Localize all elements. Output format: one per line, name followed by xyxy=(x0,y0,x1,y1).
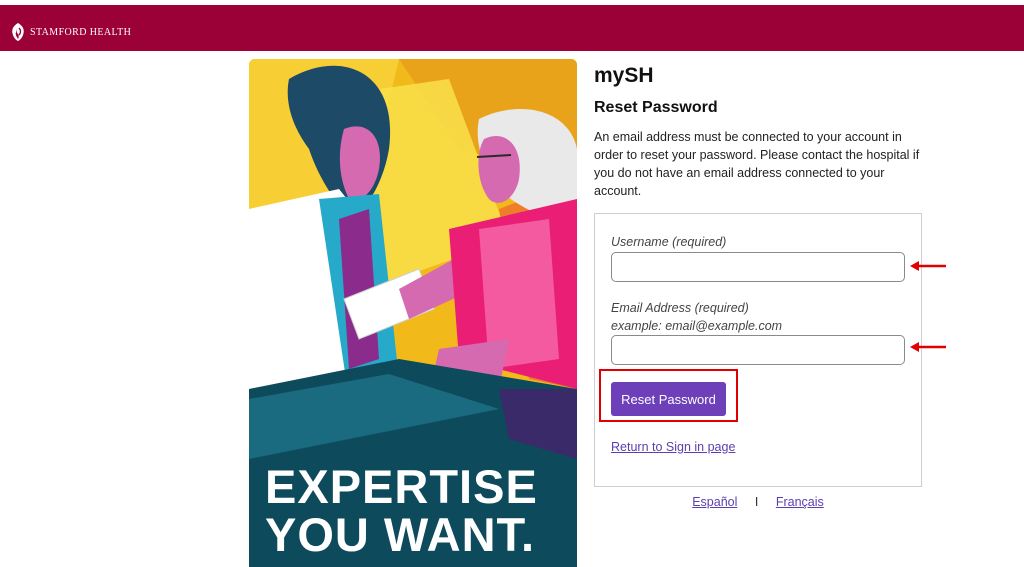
reset-password-button[interactable]: Reset Password xyxy=(611,382,726,416)
hero-illustration: EXPERTISE YOU WANT. xyxy=(249,59,577,567)
email-arrow-annotation xyxy=(910,342,946,352)
page-heading: Reset Password xyxy=(594,99,718,116)
top-banner: Stamford Health xyxy=(0,5,1024,51)
info-text: An email address must be connected to yo… xyxy=(594,130,920,198)
language-link-francais[interactable]: Français xyxy=(776,495,824,509)
language-link-espanol[interactable]: Español xyxy=(692,495,737,509)
username-input[interactable] xyxy=(611,252,905,282)
hero-tagline: EXPERTISE YOU WANT. xyxy=(265,463,577,559)
language-selector: Español I Français xyxy=(594,495,922,509)
hero-tagline-line2: YOU WANT. xyxy=(265,508,536,561)
brand-name: Stamford Health xyxy=(30,26,132,38)
return-to-sign-in-link[interactable]: Return to Sign in page xyxy=(611,440,735,454)
stamford-health-logo-icon xyxy=(12,23,24,41)
email-example: example: email@example.com xyxy=(611,319,783,333)
username-arrow-annotation xyxy=(910,261,946,271)
app-title: mySH xyxy=(594,64,654,87)
email-label: Email Address (required) xyxy=(611,301,749,315)
brand-logo[interactable]: Stamford Health xyxy=(10,21,131,43)
language-separator: I xyxy=(754,495,759,509)
hero-tagline-line1: EXPERTISE xyxy=(265,460,538,513)
email-input[interactable] xyxy=(611,335,905,365)
username-label: Username (required) xyxy=(611,235,727,249)
